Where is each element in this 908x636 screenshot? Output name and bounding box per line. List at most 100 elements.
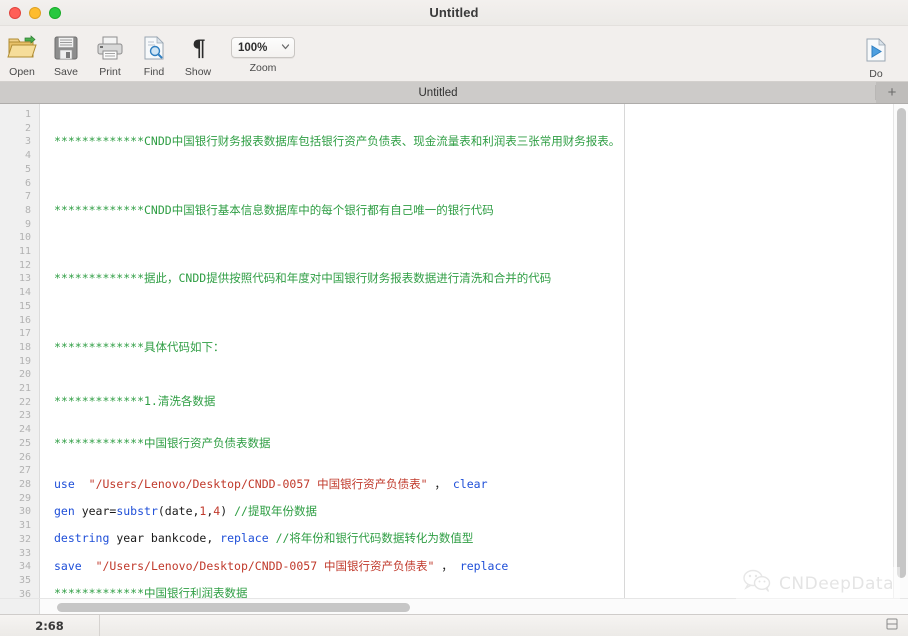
do-button-label: Do (869, 68, 883, 80)
code-line[interactable] (40, 313, 908, 327)
code-line[interactable] (40, 300, 908, 314)
vertical-scrollbar-thumb[interactable] (897, 108, 906, 578)
code-token-cmt: *************据此，CNDD提供按照代码和年度对中国银行财务报表数据… (54, 271, 552, 286)
code-line[interactable] (40, 190, 908, 204)
code-line[interactable] (40, 382, 908, 396)
line-number: 19 (18, 355, 31, 367)
line-number: 21 (18, 383, 31, 395)
code-line[interactable] (40, 149, 908, 163)
code-token-kw: replace (220, 531, 269, 546)
line-number: 32 (18, 533, 31, 545)
line-number: 12 (18, 259, 31, 271)
code-line[interactable] (40, 573, 908, 587)
code-line[interactable] (40, 327, 908, 341)
code-line[interactable] (40, 368, 908, 382)
code-token-cmt: *************1.清洗各数据 (54, 394, 216, 409)
line-number: 33 (18, 547, 31, 559)
code-line[interactable]: use "/Users/Lenovo/Desktop/CNDD-0057 中国银… (40, 476, 908, 492)
line-number: 2 (24, 122, 31, 134)
code-token-fn: substr (116, 503, 158, 518)
show-button-label: Show (184, 66, 212, 78)
code-token-kw: use (54, 476, 75, 491)
run-do-file-icon (864, 33, 888, 67)
status-bar: 2:68 (0, 614, 908, 636)
code-line[interactable]: *************中国银行利润表数据 (40, 586, 908, 598)
horizontal-scrollbar[interactable] (0, 598, 908, 614)
code-line[interactable]: save "/Users/Lenovo/Desktop/CNDD-0057 中国… (40, 558, 908, 574)
code-token-plain: ， (427, 476, 453, 491)
code-line[interactable]: *************1.清洗各数据 (40, 395, 908, 409)
code-line[interactable] (40, 231, 908, 245)
layout-panel-icon[interactable] (886, 617, 898, 635)
code-line[interactable] (40, 491, 908, 505)
code-line[interactable]: *************CNDD中国银行基本信息数据库中的每个银行都有自己唯一… (40, 203, 908, 218)
vertical-scrollbar[interactable] (893, 104, 908, 598)
line-number: 6 (24, 177, 31, 189)
editor-area: 1 2 3 4 5 6 7 8 9 10 11 12 13 14 15 16 17 18 19 20 21 22 23 24 2… (0, 104, 908, 598)
open-button-label: Open (9, 66, 35, 78)
code-token-kw: save (54, 558, 82, 573)
zoom-select[interactable]: 100% (231, 37, 295, 58)
code-text-area[interactable]: *************CNDD中国银行财务报表数据库包括银行资产负债表、现金… (40, 104, 908, 598)
code-token-kw: gen (54, 503, 75, 518)
find-button[interactable]: Find (132, 29, 176, 78)
line-number: 24 (18, 424, 31, 436)
show-button[interactable]: ¶ Show (176, 29, 220, 78)
code-line[interactable]: gen year=substr(date,1,4) //提取年份数据 (40, 503, 908, 519)
right-margin-guide (624, 104, 625, 598)
line-number: 14 (18, 287, 31, 299)
code-line[interactable]: destring year bankcode, replace //将年份和银行… (40, 531, 908, 546)
code-line[interactable]: *************中国银行资产负债表数据 (40, 436, 908, 451)
find-button-label: Find (143, 66, 165, 78)
line-number: 17 (18, 328, 31, 340)
line-number: 4 (24, 150, 31, 162)
toolbar-button-group: Open Save Print Find ¶ Show 100% Zoom (0, 29, 300, 78)
line-number: 7 (24, 191, 31, 203)
svg-text:¶: ¶ (192, 36, 206, 61)
line-number: 9 (24, 218, 31, 230)
code-token-str: "/Users/Lenovo/Desktop/CNDD-0057 中国银行资产负… (95, 558, 435, 573)
code-line[interactable] (40, 286, 908, 300)
code-token-plain: ， (434, 558, 460, 573)
code-line[interactable] (40, 122, 908, 136)
do-button-container: Do (854, 31, 898, 80)
code-line[interactable] (40, 108, 908, 122)
code-line[interactable] (40, 354, 908, 368)
line-number-gutter: 1 2 3 4 5 6 7 8 9 10 11 12 13 14 15 16 17 18 19 20 21 22 23 24 2… (0, 104, 40, 598)
line-number: 31 (18, 520, 31, 532)
open-button[interactable]: Open (0, 29, 44, 78)
code-line[interactable] (40, 464, 908, 478)
code-token-plain: (date, (157, 503, 200, 518)
line-number: 25 (18, 437, 31, 449)
line-number: 18 (18, 341, 31, 353)
line-number: 20 (18, 369, 31, 381)
line-number: 23 (18, 410, 31, 422)
code-line[interactable] (40, 245, 908, 259)
code-token-cmt: *************中国银行利润表数据 (54, 586, 248, 598)
line-number: 36 (18, 588, 31, 598)
save-button[interactable]: Save (44, 29, 88, 78)
code-line[interactable] (40, 409, 908, 423)
code-line[interactable] (40, 519, 908, 533)
code-line[interactable] (40, 163, 908, 177)
line-number: 28 (18, 478, 31, 490)
do-button[interactable]: Do (854, 31, 898, 80)
code-line[interactable] (40, 259, 908, 273)
line-number: 30 (18, 506, 31, 518)
printer-icon (96, 31, 124, 65)
code-line[interactable] (40, 176, 908, 190)
code-token-plain: ) (220, 503, 235, 518)
print-button[interactable]: Print (88, 29, 132, 78)
code-line[interactable]: *************CNDD中国银行财务报表数据库包括银行资产负债表、现金… (40, 135, 908, 149)
code-line[interactable] (40, 218, 908, 232)
code-line[interactable]: *************据此，CNDD提供按照代码和年度对中国银行财务报表数据… (40, 271, 908, 286)
code-line[interactable]: *************具体代码如下： (40, 340, 908, 355)
find-document-icon (142, 31, 166, 65)
code-line[interactable] (40, 423, 908, 437)
tab-untitled[interactable]: Untitled (0, 82, 876, 103)
code-line[interactable] (40, 450, 908, 464)
line-number: 3 (24, 136, 31, 148)
code-line[interactable] (40, 546, 908, 560)
new-tab-button[interactable]: + (876, 82, 908, 103)
horizontal-scrollbar-thumb[interactable] (57, 603, 410, 612)
